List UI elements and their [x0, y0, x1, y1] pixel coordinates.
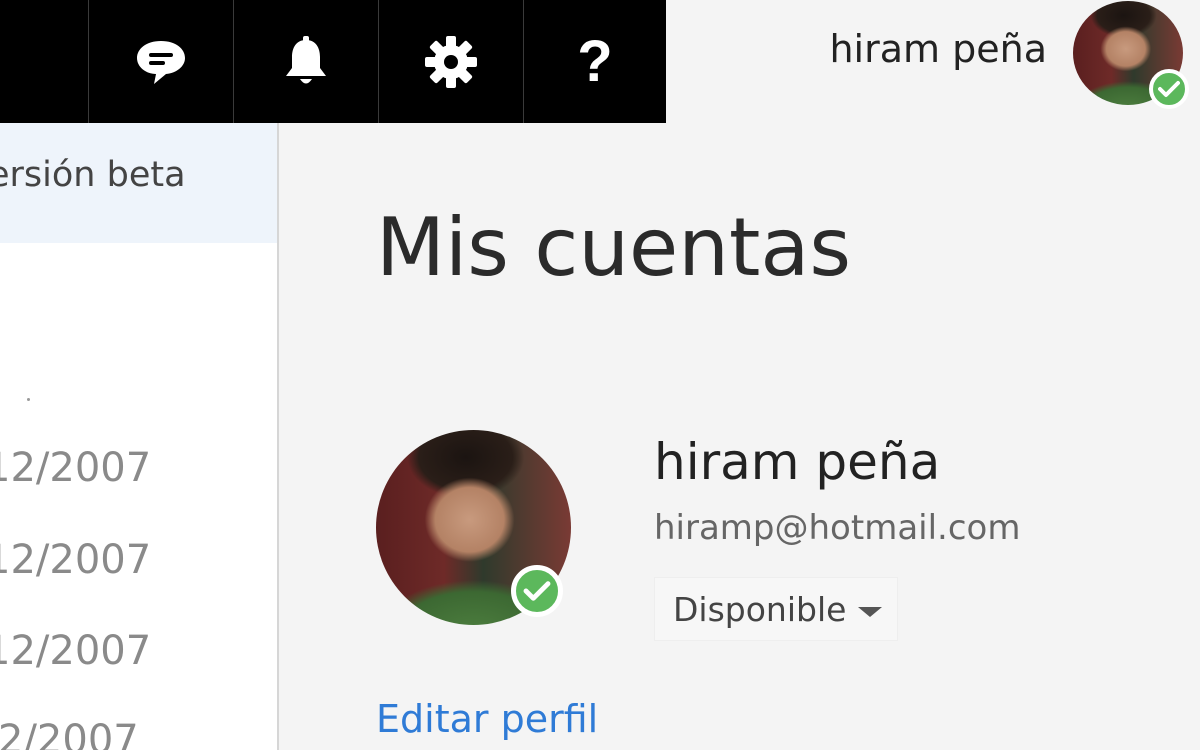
profile-avatar[interactable]	[376, 430, 571, 625]
list-item-date[interactable]: 12/2007	[0, 537, 151, 583]
status-dropdown[interactable]: Disponible	[654, 577, 898, 641]
bell-icon	[283, 35, 329, 88]
presence-available-icon	[1149, 68, 1189, 109]
notifications-button[interactable]	[234, 0, 379, 123]
page: ? hiram peña ersión beta 12/2007 12/2007…	[0, 0, 1200, 750]
chat-icon	[134, 38, 188, 86]
header-avatar[interactable]	[1073, 0, 1189, 109]
toolbar-lead-segment[interactable]	[0, 0, 89, 123]
edit-profile-link[interactable]: Editar perfil	[376, 697, 598, 741]
list-item-date[interactable]: 12/2007	[0, 628, 151, 674]
profile-email: hiramp@hotmail.com	[654, 508, 1021, 548]
profile-name: hiram peña	[654, 433, 941, 491]
help-button[interactable]: ?	[524, 0, 666, 123]
gear-icon	[424, 35, 478, 89]
help-icon: ?	[577, 28, 613, 94]
left-panel: ersión beta 12/2007 12/2007 12/2007 2/20…	[0, 123, 279, 750]
presence-available-icon	[511, 565, 563, 617]
header-user-area[interactable]: hiram peña	[829, 0, 1200, 109]
list-item-date[interactable]: 12/2007	[0, 445, 151, 491]
header-user-name: hiram peña	[829, 26, 1047, 71]
chat-button[interactable]	[89, 0, 234, 123]
beta-banner-text: ersión beta	[0, 155, 186, 195]
top-toolbar: ?	[0, 0, 666, 123]
beta-banner[interactable]: ersión beta	[0, 123, 277, 243]
settings-button[interactable]	[379, 0, 524, 123]
status-label: Disponible	[673, 589, 847, 629]
chevron-down-icon	[858, 607, 883, 617]
divider-dot	[27, 398, 30, 401]
list-item-date[interactable]: 2/2007	[0, 717, 139, 750]
page-title: Mis cuentas	[376, 201, 852, 294]
